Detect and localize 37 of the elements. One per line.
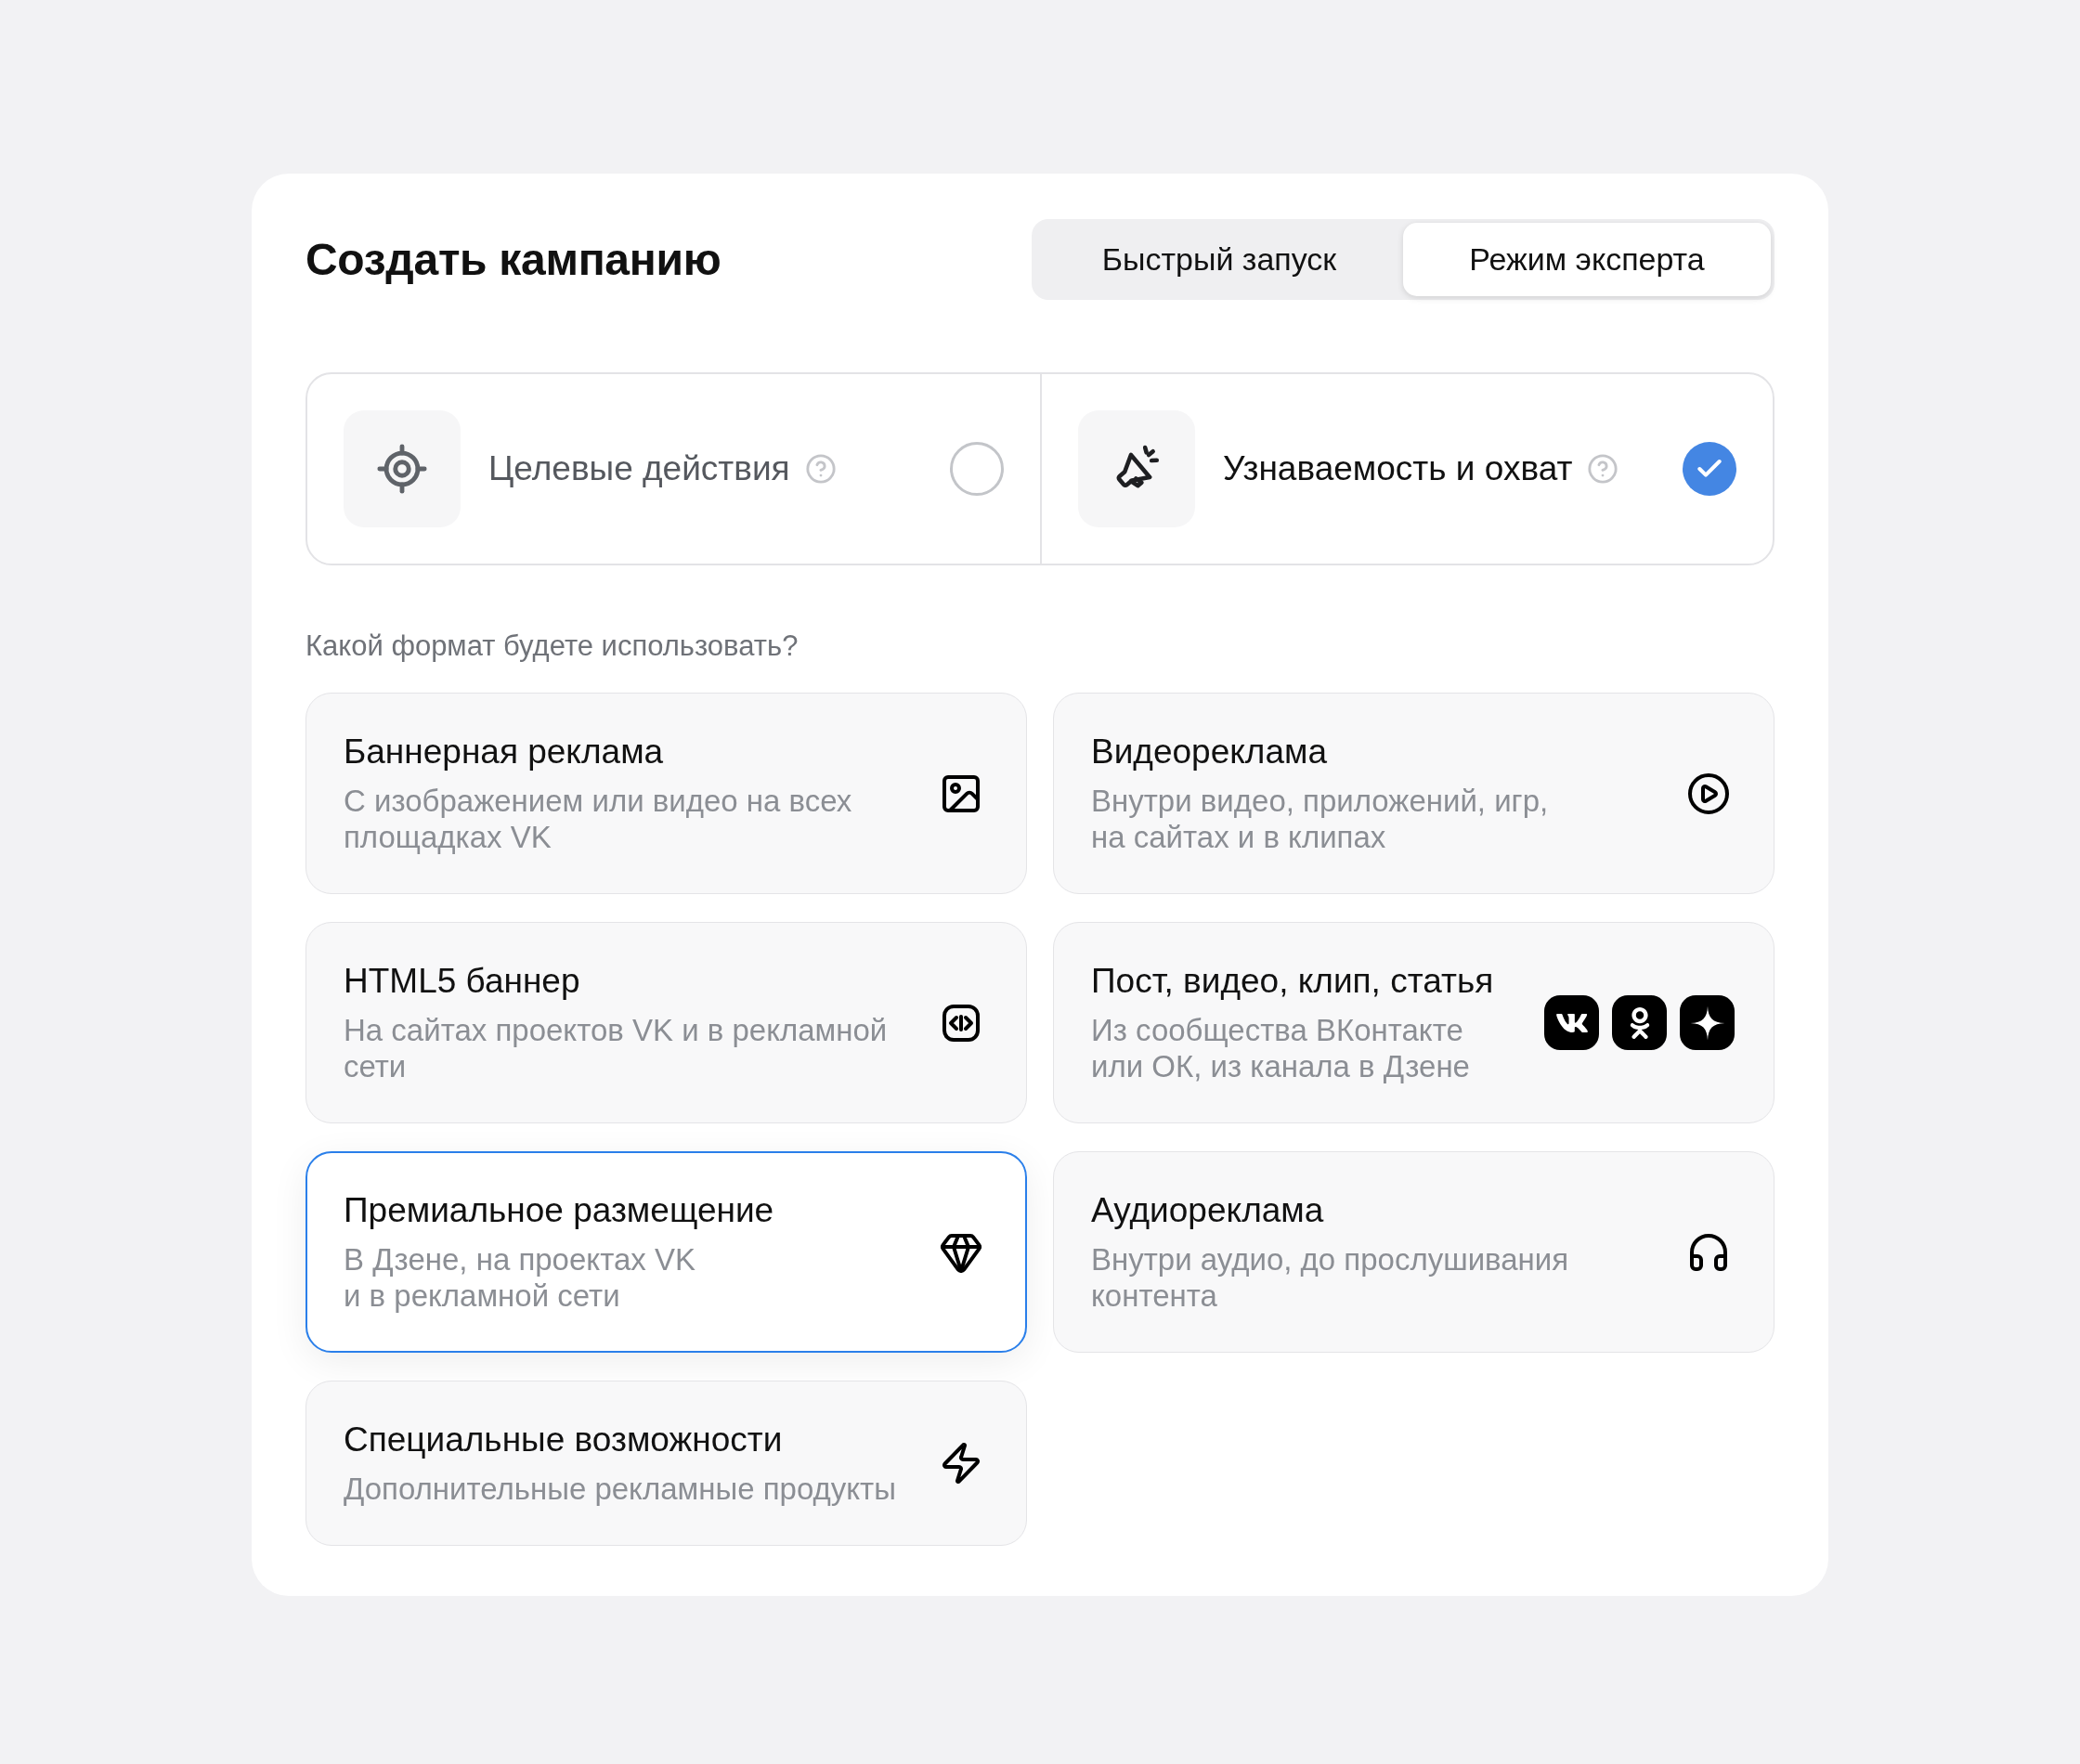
format-card[interactable]: Видеореклама Внутри видео, приложений, игр, на сайтах и в клипах xyxy=(1053,693,1774,894)
format-card[interactable]: Специальные возможности Дополнительные рекламные продукты xyxy=(306,1381,1027,1546)
format-title: HTML5 баннер xyxy=(344,961,581,1002)
format-title: Премиальное размещение xyxy=(344,1190,775,1231)
mode-tab[interactable]: Быстрый запуск xyxy=(1035,223,1403,296)
format-description: В Дзене, на проектах VK и в рекламной сети xyxy=(344,1241,696,1314)
format-card[interactable]: Пост, видео, клип, статья Из сообщества ВКонтакте или ОК, из канала в Дзене xyxy=(1053,922,1774,1123)
radio-button[interactable] xyxy=(950,442,1004,496)
format-title: Баннерная реклама xyxy=(344,732,665,772)
format-title: Аудиореклама xyxy=(1091,1190,1325,1231)
format-card[interactable]: Премиальное размещение В Дзене, на проектах VK и в рекламной сети xyxy=(306,1151,1027,1353)
goal-label: Целевые действия xyxy=(488,449,790,488)
format-question: Какой формат будете использовать? xyxy=(306,629,800,664)
format-card[interactable]: Аудиореклама Внутри аудио, до прослушивания контента xyxy=(1053,1151,1774,1353)
page-title: Создать кампанию xyxy=(306,234,722,285)
radio-button[interactable] xyxy=(1683,442,1736,496)
format-card[interactable]: HTML5 баннер На сайтах проектов VK и в рекламной сети xyxy=(306,922,1027,1123)
format-card[interactable]: Баннерная реклама С изображением или видео на всех площадках VK xyxy=(306,693,1027,894)
vk-logo-icon xyxy=(1544,995,1599,1050)
help-icon[interactable] xyxy=(1587,453,1619,485)
megaphone-icon xyxy=(1078,410,1195,527)
format-description: На сайтах проектов VK и в рекламной сети xyxy=(344,1012,889,1084)
mode-tab[interactable]: Режим эксперта xyxy=(1403,223,1771,296)
format-description: Из сообщества ВКонтакте или ОК, из канала в Дзене xyxy=(1091,1012,1471,1084)
format-title: Пост, видео, клип, статья xyxy=(1091,961,1495,1002)
stick-figure-logo-icon xyxy=(1612,995,1667,1050)
help-icon[interactable] xyxy=(804,453,837,485)
format-title: Специальные возможности xyxy=(344,1420,784,1460)
format-description: Внутри видео, приложений, игр, на сайтах и в клипах xyxy=(1091,783,1550,855)
format-title: Видеореклама xyxy=(1091,732,1329,772)
format-description: С изображением или видео на всех площадках VK xyxy=(344,783,853,855)
goal-label: Узнаваемость и охват xyxy=(1223,449,1573,488)
format-description: Внутри аудио, до прослушивания контента xyxy=(1091,1241,1570,1314)
format-description: Дополнительные рекламные продукты xyxy=(344,1471,897,1507)
sparkle-logo-icon xyxy=(1680,995,1735,1050)
play-icon xyxy=(1686,771,1731,816)
crosshair-icon xyxy=(344,410,461,527)
